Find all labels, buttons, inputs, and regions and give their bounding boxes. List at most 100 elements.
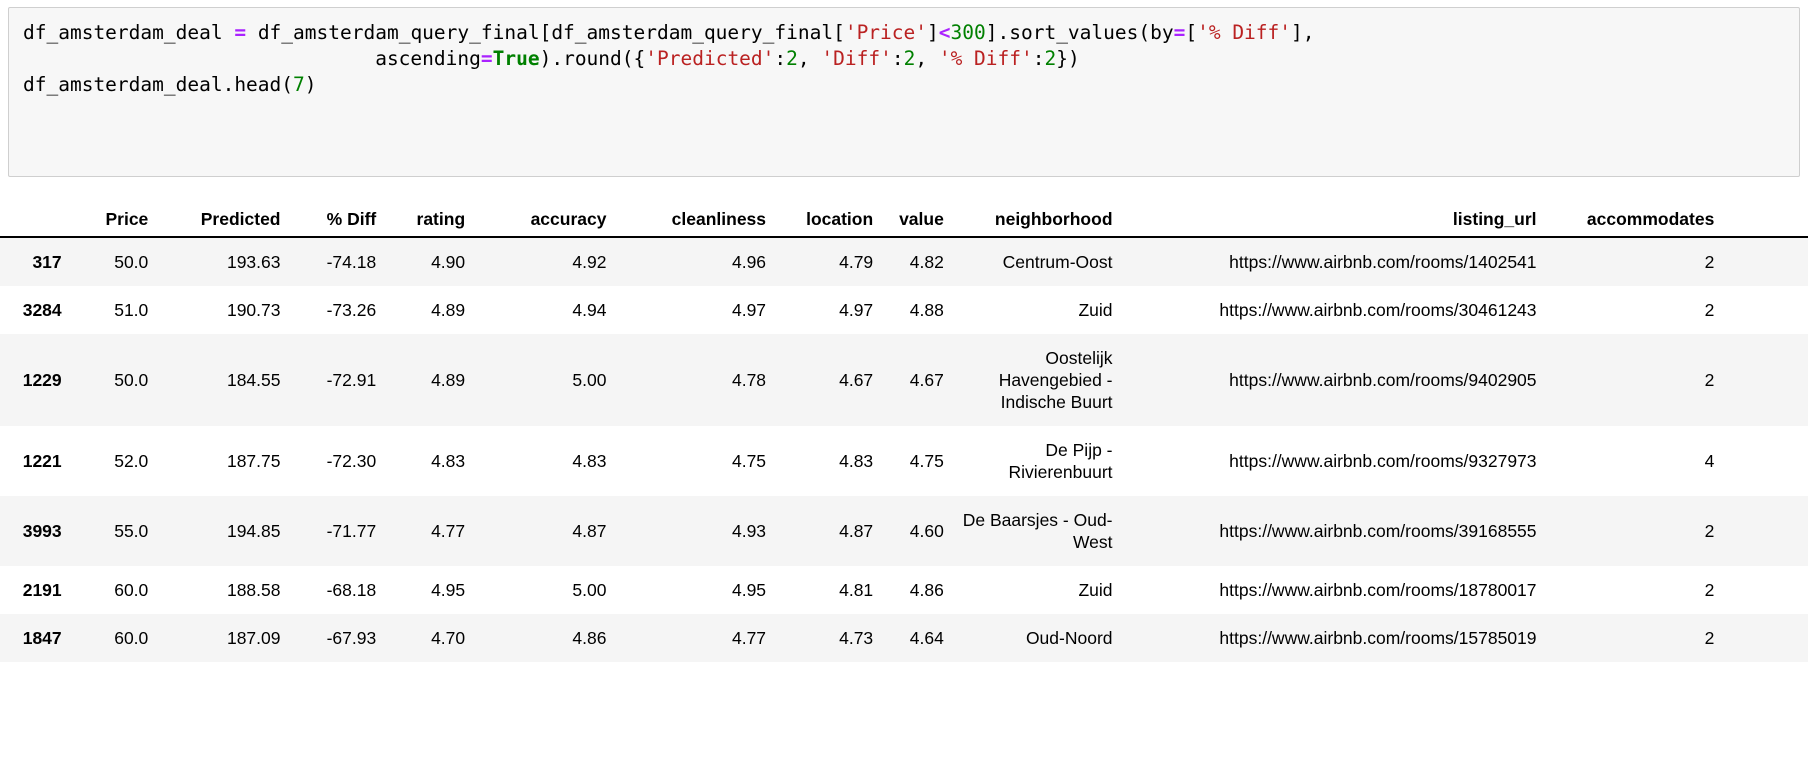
cell-cleanliness: 4.95 xyxy=(731,580,767,600)
column-header-listing-url: listing_url xyxy=(1452,209,1537,229)
cell-accommodates: 2 xyxy=(1704,252,1715,272)
cell-price: 50.0 xyxy=(114,370,149,390)
code-token: }) xyxy=(1056,47,1080,70)
cell-cleanliness: 4.77 xyxy=(731,628,767,648)
column-header-neighborhood: neighborhood xyxy=(994,209,1113,229)
cell-neighborhood: Centrum-Oost xyxy=(1002,252,1113,272)
cell-listing-url[interactable]: https://www.airbnb.com/rooms/9327973 xyxy=(1122,426,1546,496)
cell-pct-diff: -71.77 xyxy=(326,521,377,541)
cell-rating: 4.89 xyxy=(431,370,466,390)
code-token: [ xyxy=(1185,21,1198,44)
code-token: 'Predicted' xyxy=(645,47,775,70)
cell-rating: 4.83 xyxy=(431,451,466,471)
cell-value: 4.86 xyxy=(909,580,944,600)
cell-location: 4.83 xyxy=(839,451,874,471)
code-token: ).round({ xyxy=(539,47,646,70)
cell-number-of-reviews xyxy=(1723,496,1808,566)
cell-cleanliness: 4.78 xyxy=(731,370,767,390)
cell-value: 4.88 xyxy=(909,300,944,320)
cell-location: 4.87 xyxy=(839,521,874,541)
cell-listing-url[interactable]: https://www.airbnb.com/rooms/30461243 xyxy=(1122,286,1546,334)
cell-accuracy: 5.00 xyxy=(572,370,607,390)
table-row: 1221 52.0 187.75 -72.30 4.83 4.83 4.75 4.83 4.75… xyxy=(0,426,1808,496)
column-header-rating: rating xyxy=(416,209,466,229)
cell-rating: 4.77 xyxy=(431,521,466,541)
code-token: df_amsterdam_query_final[df_amsterdam_qu… xyxy=(246,21,845,44)
cell-accuracy: 4.87 xyxy=(572,521,607,541)
dataframe-output: Price Predicted % Diff rating accuracy c… xyxy=(0,209,1808,662)
code-token: 2 xyxy=(1044,47,1057,70)
dataframe-body: 317 50.0 193.63 -74.18 4.90 4.92 4.96 4.79 4.82 C… xyxy=(0,237,1808,662)
code-cell[interactable]: df_amsterdam_deal = df_amsterdam_query_f… xyxy=(8,7,1800,177)
cell-accuracy: 5.00 xyxy=(572,580,607,600)
cell-neighborhood: Zuid xyxy=(1078,580,1113,600)
column-header-location: location xyxy=(806,209,874,229)
cell-value: 4.64 xyxy=(909,628,944,648)
code-token: df_amsterdam_deal xyxy=(23,21,235,44)
cell-predicted: 187.75 xyxy=(226,451,281,471)
code-token: : xyxy=(774,47,787,70)
table-row: 3993 55.0 194.85 -71.77 4.77 4.87 4.93 4.87 4.60… xyxy=(0,496,1808,566)
cell-accommodates: 2 xyxy=(1704,521,1715,541)
table-row: 1229 50.0 184.55 -72.91 4.89 5.00 4.78 4.67 4.67… xyxy=(0,334,1808,426)
code-line: df_amsterdam_deal = df_amsterdam_query_f… xyxy=(23,20,1785,46)
cell-price: 55.0 xyxy=(114,521,149,541)
column-header-predicted: Predicted xyxy=(200,209,281,229)
cell-price: 52.0 xyxy=(114,451,149,471)
dataframe-header: Price Predicted % Diff rating accuracy c… xyxy=(0,209,1808,237)
cell-value: 4.60 xyxy=(909,521,944,541)
code-token: < xyxy=(938,21,951,44)
cell-price: 60.0 xyxy=(114,628,149,648)
code-token: ascending xyxy=(23,47,481,70)
cell-accommodates: 4 xyxy=(1704,451,1715,471)
cell-rating: 4.90 xyxy=(431,252,466,272)
cell-listing-url[interactable]: https://www.airbnb.com/rooms/1402541 xyxy=(1122,237,1546,286)
cell-listing-url[interactable]: https://www.airbnb.com/rooms/9402905 xyxy=(1122,334,1546,426)
row-index: 317 xyxy=(32,252,62,272)
cell-pct-diff: -67.93 xyxy=(326,628,377,648)
cell-price: 51.0 xyxy=(114,300,149,320)
table-row: 317 50.0 193.63 -74.18 4.90 4.92 4.96 4.79 4.82 C… xyxy=(0,237,1808,286)
row-index: 3284 xyxy=(22,300,62,320)
cell-accommodates: 2 xyxy=(1704,370,1715,390)
cell-number-of-reviews xyxy=(1723,566,1808,614)
cell-pct-diff: -68.18 xyxy=(326,580,377,600)
code-token: '% Diff' xyxy=(1197,21,1292,44)
code-token: 'Diff' xyxy=(821,47,892,70)
cell-accuracy: 4.83 xyxy=(572,451,607,471)
row-index: 3993 xyxy=(22,521,62,541)
cell-cleanliness: 4.93 xyxy=(731,521,767,541)
header-row: Price Predicted % Diff rating accuracy c… xyxy=(0,209,1808,237)
cell-cleanliness: 4.75 xyxy=(731,451,767,471)
code-token: ], xyxy=(1291,21,1315,44)
cell-listing-url[interactable]: https://www.airbnb.com/rooms/15785019 xyxy=(1122,614,1546,662)
cell-location: 4.67 xyxy=(839,370,874,390)
cell-listing-url[interactable]: https://www.airbnb.com/rooms/39168555 xyxy=(1122,496,1546,566)
cell-number-of-reviews xyxy=(1723,286,1808,334)
cell-predicted: 193.63 xyxy=(226,252,281,272)
column-header-number-of-reviews: number_of_re xyxy=(1723,209,1808,237)
cell-accuracy: 4.92 xyxy=(572,252,607,272)
cell-location: 4.79 xyxy=(839,252,874,272)
column-header-cleanliness: cleanliness xyxy=(671,209,767,229)
cell-accuracy: 4.94 xyxy=(572,300,607,320)
cell-pct-diff: -74.18 xyxy=(326,252,377,272)
cell-accommodates: 2 xyxy=(1704,628,1715,648)
code-token: : xyxy=(1032,47,1045,70)
cell-neighborhood: Oud-Noord xyxy=(1025,628,1113,648)
cell-number-of-reviews xyxy=(1723,614,1808,662)
code-token: = xyxy=(480,47,493,70)
cell-cleanliness: 4.97 xyxy=(731,300,767,320)
cell-neighborhood: Oostelijk Havengebied - Indische Buurt xyxy=(998,348,1113,412)
cell-accuracy: 4.86 xyxy=(572,628,607,648)
cell-listing-url[interactable]: https://www.airbnb.com/rooms/18780017 xyxy=(1122,566,1546,614)
column-header-pct-diff: % Diff xyxy=(326,209,377,229)
code-token: = xyxy=(234,21,247,44)
table-row: 2191 60.0 188.58 -68.18 4.95 5.00 4.95 4.81 4.86… xyxy=(0,566,1808,614)
code-source[interactable]: df_amsterdam_deal = df_amsterdam_query_f… xyxy=(23,20,1785,98)
cell-rating: 4.95 xyxy=(431,580,466,600)
cell-predicted: 194.85 xyxy=(226,521,281,541)
cell-rating: 4.70 xyxy=(431,628,466,648)
code-token: True xyxy=(492,47,540,70)
code-token: ] xyxy=(927,21,939,44)
